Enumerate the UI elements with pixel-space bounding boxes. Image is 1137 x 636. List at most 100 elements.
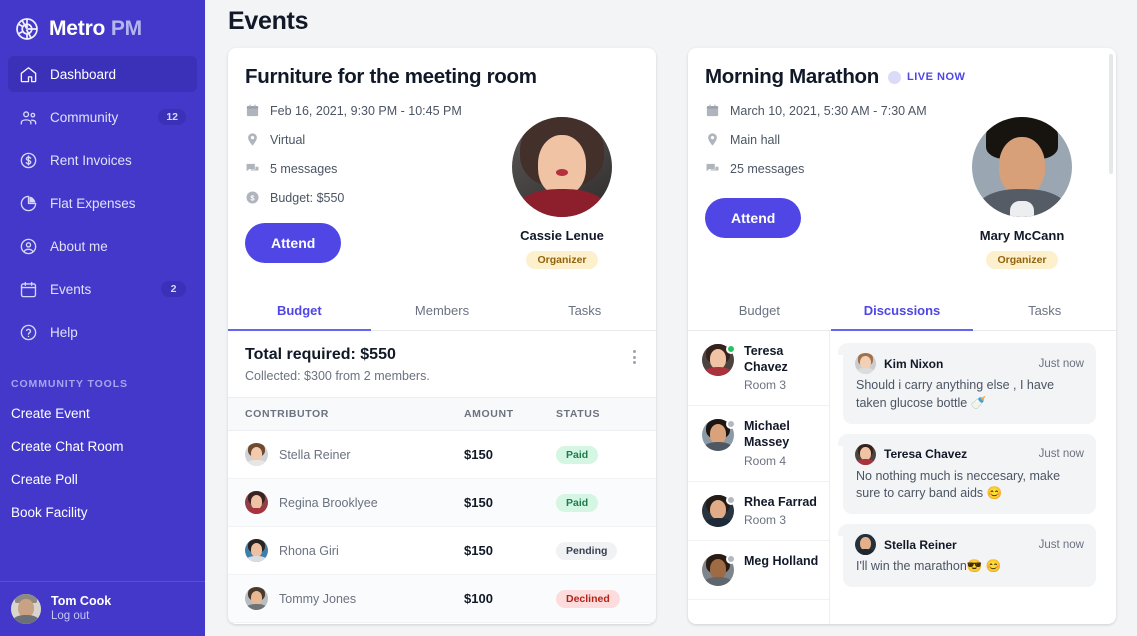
event-meta-date: Feb 16, 2021, 9:30 PM - 10:45 PM — [245, 103, 639, 118]
message-text: Should i carry anything else , I have ta… — [856, 378, 1055, 410]
tab-tasks[interactable]: Tasks — [973, 291, 1116, 331]
tab-tasks[interactable]: Tasks — [513, 291, 656, 331]
event-card-furniture: Furniture for the meeting room Feb 16, 2… — [228, 48, 656, 624]
live-label: LIVE NOW — [907, 71, 966, 83]
event-card-marathon: Morning Marathon LIVE NOW March 10, 2021… — [688, 48, 1116, 624]
live-indicator: LIVE NOW — [888, 70, 966, 84]
event-meta-text: Budget: $550 — [270, 190, 345, 205]
logout-link[interactable]: Log out — [51, 609, 111, 625]
table-row[interactable]: Rhona Giri $150 Pending — [228, 526, 656, 575]
sidebar-item-label: Rent Invoices — [50, 152, 132, 168]
community-tools-heading: COMMUNITY TOOLS — [11, 378, 128, 390]
main-content: Events Furniture for the meeting room Fe… — [205, 0, 1137, 636]
list-item[interactable]: Rhea Farrad Room 3 — [688, 482, 829, 542]
table-row[interactable]: Regina Brooklyee $150 Paid — [228, 478, 656, 527]
member-name: Rhea Farrad — [744, 494, 817, 509]
location-pin-icon — [708, 133, 717, 146]
tool-create-chat-room[interactable]: Create Chat Room — [0, 430, 205, 463]
avatar — [245, 491, 268, 514]
message-time: Just now — [1038, 538, 1084, 551]
event-header: Furniture for the meeting room Feb 16, 2… — [228, 48, 656, 291]
list-item[interactable]: Meg Holland — [688, 541, 829, 601]
event-meta-text: 25 messages — [730, 161, 805, 176]
message-author: Teresa Chavez — [884, 447, 968, 461]
sidebar: Metro PM Dashboard Community 12 Rent Inv… — [0, 0, 205, 636]
sidebar-item-help[interactable]: Help — [8, 314, 197, 350]
event-title: Morning Marathon — [705, 65, 879, 88]
online-status-icon — [726, 344, 736, 354]
contributor-name: Regina Brooklyee — [279, 495, 378, 510]
avatar — [11, 593, 41, 624]
chat-message: Stella Reiner Just now I'll win the mara… — [838, 524, 1096, 587]
sidebar-item-events[interactable]: Events 2 — [8, 271, 197, 307]
sidebar-badge-community: 12 — [158, 109, 186, 125]
calendar-icon — [20, 281, 37, 297]
member-list[interactable]: Teresa Chavez Room 3 Michael Massey Room… — [688, 331, 830, 624]
chat-message: Teresa Chavez Just now No nothing much i… — [838, 433, 1096, 514]
sidebar-item-flat-expenses[interactable]: Flat Expenses — [8, 185, 197, 221]
status-badge: Organizer — [526, 251, 598, 269]
more-vertical-icon[interactable] — [625, 348, 643, 366]
table-header: CONTRIBUTOR AMOUNT STATUS — [228, 397, 656, 431]
chat-thread[interactable]: Kim Nixon Just now Should i carry anythi… — [830, 331, 1116, 624]
member-name: Michael Massey — [744, 419, 790, 449]
sidebar-item-about-me[interactable]: About me — [8, 228, 197, 264]
profile-name: Tom Cook — [51, 593, 112, 608]
sidebar-item-rent-invoices[interactable]: Rent Invoices — [8, 142, 197, 178]
event-meta-date: March 10, 2021, 5:30 AM - 7:30 AM — [705, 103, 1099, 118]
brand-name-light: PM — [110, 17, 142, 40]
sidebar-item-label: Community — [50, 109, 119, 125]
column-amount: AMOUNT — [464, 397, 556, 431]
tool-create-event[interactable]: Create Event — [0, 397, 205, 430]
member-name: Teresa Chavez — [744, 344, 788, 374]
home-icon — [20, 66, 37, 82]
brand-name: Metro PM — [49, 17, 142, 41]
tab-budget[interactable]: Budget — [688, 291, 831, 331]
attend-button[interactable]: Attend — [705, 198, 802, 238]
message-time: Just now — [1038, 357, 1084, 370]
message-time: Just now — [1038, 448, 1084, 460]
aperture-icon — [16, 18, 38, 40]
attend-button[interactable]: Attend — [245, 223, 342, 263]
event-organizer: Mary McCann Organizer — [956, 117, 1088, 269]
user-circle-icon — [20, 238, 37, 254]
tool-book-facility[interactable]: Book Facility — [0, 496, 205, 529]
status-badge: Pending — [556, 542, 618, 560]
tab-budget[interactable]: Budget — [228, 291, 371, 331]
chat-scrollbar[interactable] — [1108, 48, 1114, 624]
message-text: No nothing much is neccesary, make sure … — [856, 468, 1061, 501]
sidebar-item-dashboard[interactable]: Dashboard — [8, 56, 197, 92]
column-status: STATUS — [556, 397, 656, 431]
tool-create-poll[interactable]: Create Poll — [0, 463, 205, 496]
sidebar-item-label: Events — [50, 281, 92, 297]
contributor-amount: $150 — [464, 478, 556, 527]
sidebar-item-label: Help — [50, 324, 78, 340]
sidebar-item-community[interactable]: Community 12 — [8, 99, 197, 135]
list-item[interactable]: Teresa Chavez Room 3 — [688, 331, 829, 407]
table-row[interactable]: Stella Reiner $150 Paid — [228, 430, 656, 479]
table-row[interactable]: Tommy Jones $100 Declined — [228, 574, 656, 623]
tab-members[interactable]: Members — [371, 291, 514, 331]
sidebar-item-label: About me — [50, 238, 108, 254]
avatar — [855, 443, 876, 465]
list-item[interactable]: Michael Massey Room 4 — [688, 406, 829, 482]
offline-status-icon — [726, 494, 736, 505]
total-required: Total required: $550 — [245, 346, 396, 363]
discussions-panel: Teresa Chavez Room 3 Michael Massey Room… — [688, 54, 1116, 624]
event-meta-text: Virtual — [270, 132, 306, 147]
location-pin-icon — [248, 133, 257, 146]
sidebar-item-label: Flat Expenses — [50, 195, 136, 211]
avatar — [855, 534, 876, 555]
tab-discussions[interactable]: Discussions — [830, 291, 974, 331]
status-badge: Paid — [556, 494, 599, 512]
avatar — [512, 117, 612, 217]
event-meta-text: Main hall — [730, 132, 781, 147]
event-header: Morning Marathon LIVE NOW March 10, 2021… — [688, 48, 1116, 291]
card-tabs: Budget Discussions Tasks — [688, 291, 1116, 331]
dollar-circle-icon: $ — [246, 191, 259, 204]
brand-logo[interactable]: Metro PM — [0, 0, 205, 56]
avatar — [245, 587, 268, 610]
sidebar-profile[interactable]: Tom Cook Log out — [0, 580, 205, 636]
contributor-name: Rhona Giri — [279, 543, 339, 558]
